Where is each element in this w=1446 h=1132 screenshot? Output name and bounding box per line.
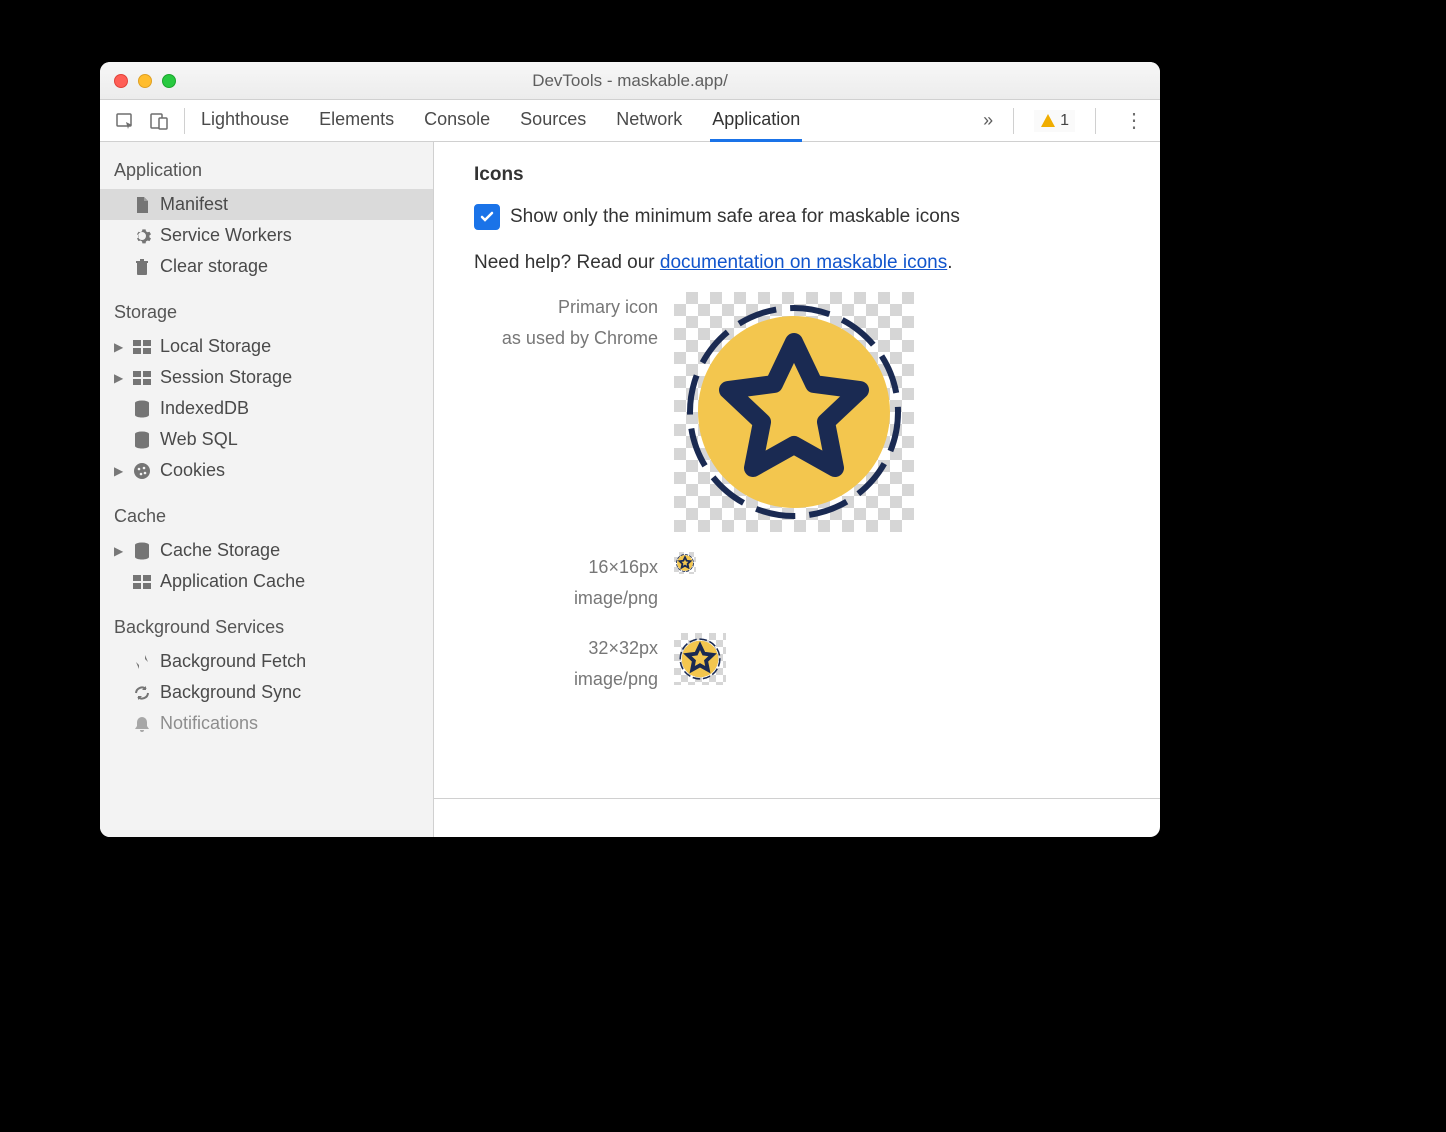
documentation-link[interactable]: documentation on maskable icons <box>660 252 947 273</box>
table-icon <box>132 572 152 592</box>
device-toolbar-icon[interactable] <box>146 108 172 134</box>
devtools-toolbar: Lighthouse Elements Console Sources Netw… <box>100 100 1160 142</box>
separator <box>1013 108 1014 134</box>
document-icon <box>132 195 152 215</box>
database-icon <box>132 399 152 419</box>
database-icon <box>132 430 152 450</box>
database-icon <box>132 541 152 561</box>
table-icon <box>132 368 152 388</box>
sidebar-item-local-storage[interactable]: ▶ Local Storage <box>100 331 433 362</box>
devtools-window: DevTools - maskable.app/ Lighthouse Elem… <box>100 62 1160 837</box>
warning-badge[interactable]: 1 <box>1034 110 1075 132</box>
table-icon <box>132 337 152 357</box>
icon-16-preview[interactable] <box>674 552 696 574</box>
icon-32-preview[interactable] <box>674 633 726 685</box>
cookie-icon <box>132 461 152 481</box>
icon-16-label: 16×16px image/png <box>474 552 674 613</box>
help-text: Need help? Read our documentation on mas… <box>474 252 1120 274</box>
safe-area-checkbox[interactable] <box>474 204 500 230</box>
tab-elements[interactable]: Elements <box>317 100 396 142</box>
caret-right-icon: ▶ <box>114 340 124 354</box>
primary-icon-label: Primary icon as used by Chrome <box>474 292 674 353</box>
section-background-services: Background Services <box>100 611 433 646</box>
icons-heading: Icons <box>474 164 1120 186</box>
caret-right-icon: ▶ <box>114 464 124 478</box>
caret-right-icon: ▶ <box>114 544 124 558</box>
sidebar-item-clear-storage[interactable]: Clear storage <box>100 251 433 282</box>
safe-area-checkbox-label[interactable]: Show only the minimum safe area for mask… <box>510 206 960 228</box>
window-title: DevTools - maskable.app/ <box>100 71 1160 91</box>
sidebar-item-background-sync[interactable]: Background Sync <box>100 677 433 708</box>
separator <box>184 108 185 134</box>
sync-icon <box>132 683 152 703</box>
section-cache: Cache <box>100 500 433 535</box>
kebab-menu-icon[interactable]: ⋮ <box>1116 108 1152 133</box>
sidebar-item-service-workers[interactable]: Service Workers <box>100 220 433 251</box>
sidebar: Application Manifest Service Workers <box>100 142 434 837</box>
bell-icon <box>132 714 152 734</box>
separator <box>1095 108 1096 134</box>
sidebar-item-application-cache[interactable]: Application Cache <box>100 566 433 597</box>
tab-sources[interactable]: Sources <box>518 100 588 142</box>
sidebar-item-indexeddb[interactable]: IndexedDB <box>100 393 433 424</box>
titlebar: DevTools - maskable.app/ <box>100 62 1160 100</box>
gear-icon <box>132 226 152 246</box>
transfer-icon <box>132 652 152 672</box>
icon-32-label: 32×32px image/png <box>474 633 674 694</box>
star-badge-icon <box>684 302 904 522</box>
sidebar-item-notifications[interactable]: Notifications <box>100 708 433 739</box>
sidebar-item-session-storage[interactable]: ▶ Session Storage <box>100 362 433 393</box>
inspect-element-icon[interactable] <box>112 108 138 134</box>
check-icon <box>479 209 495 225</box>
more-tabs-icon[interactable]: » <box>983 110 993 131</box>
tab-network[interactable]: Network <box>614 100 684 142</box>
tab-application[interactable]: Application <box>710 100 802 142</box>
sidebar-item-web-sql[interactable]: Web SQL <box>100 424 433 455</box>
star-badge-icon <box>676 554 694 572</box>
section-application: Application <box>100 154 433 189</box>
section-storage: Storage <box>100 296 433 331</box>
caret-right-icon: ▶ <box>114 371 124 385</box>
content-panel: Icons Show only the minimum safe area fo… <box>434 142 1160 837</box>
warning-count: 1 <box>1060 112 1069 130</box>
sidebar-item-manifest[interactable]: Manifest <box>100 189 433 220</box>
primary-icon-preview[interactable] <box>674 292 914 532</box>
sidebar-item-cache-storage[interactable]: ▶ Cache Storage <box>100 535 433 566</box>
divider <box>434 798 1160 799</box>
sidebar-item-cookies[interactable]: ▶ Cookies <box>100 455 433 486</box>
star-badge-icon <box>679 638 721 680</box>
tab-console[interactable]: Console <box>422 100 492 142</box>
tab-lighthouse[interactable]: Lighthouse <box>199 100 291 142</box>
warning-icon <box>1040 113 1056 129</box>
sidebar-item-background-fetch[interactable]: Background Fetch <box>100 646 433 677</box>
panel-tabs: Lighthouse Elements Console Sources Netw… <box>199 100 802 142</box>
trash-icon <box>132 257 152 277</box>
